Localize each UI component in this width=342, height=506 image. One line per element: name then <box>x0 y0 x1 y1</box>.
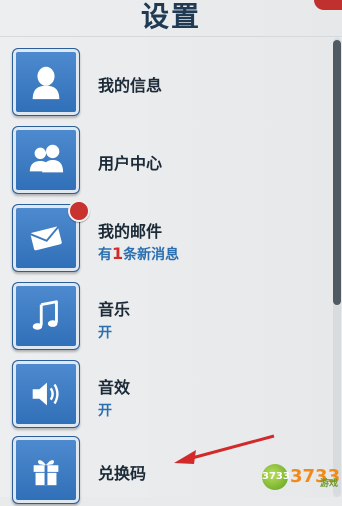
scrollbar-thumb[interactable] <box>333 40 341 305</box>
sound-effects-tile[interactable] <box>12 360 80 428</box>
mail-count: 1 <box>112 244 124 263</box>
menu-item-label: 兑换码 <box>98 464 147 483</box>
music-toggle-status[interactable]: 开 <box>98 322 112 342</box>
mail-status-text: 有1条新消息 <box>98 244 179 264</box>
settings-panel: 设置 我的信息 用户中心 我的邮件 有1条新消息 音乐 开 音效 开 兑换码 3… <box>0 0 342 504</box>
user-center-tile[interactable] <box>12 126 80 194</box>
menu-item-my-info[interactable]: 我的信息 <box>12 48 312 118</box>
unread-badge <box>68 200 90 222</box>
music-tile[interactable] <box>12 282 80 350</box>
watermark-subtext: 游戏 <box>320 479 339 489</box>
my-info-tile[interactable] <box>12 48 80 116</box>
menu-item-sound-effects[interactable]: 音效 开 <box>12 360 312 430</box>
sound-toggle-status[interactable]: 开 <box>98 400 112 420</box>
site-watermark: 3733 3733 游戏 <box>262 460 340 494</box>
music-note-icon <box>32 300 58 330</box>
gift-box-icon <box>33 460 59 486</box>
menu-item-label: 我的邮件 <box>98 222 163 241</box>
menu-item-label: 用户中心 <box>98 154 163 173</box>
menu-item-music[interactable]: 音乐 开 <box>12 282 312 352</box>
page-title: 设置 <box>140 0 201 33</box>
menu-item-user-center[interactable]: 用户中心 <box>12 126 312 196</box>
speaker-icon <box>32 382 59 406</box>
mail-envelope-icon <box>29 226 62 251</box>
title-divider <box>0 36 342 37</box>
menu-item-label: 音效 <box>98 378 131 397</box>
user-silhouette-icon <box>32 66 60 100</box>
watermark-logo-icon: 3733 <box>262 464 290 490</box>
close-button[interactable] <box>314 0 342 10</box>
redeem-code-tile[interactable] <box>12 436 80 504</box>
users-group-icon <box>29 144 64 173</box>
menu-item-my-mail[interactable]: 我的邮件 有1条新消息 <box>12 200 312 274</box>
mail-status-suffix: 条新消息 <box>123 247 180 263</box>
menu-item-label: 我的信息 <box>98 76 163 95</box>
menu-item-label: 音乐 <box>98 300 131 319</box>
mail-status-prefix: 有 <box>98 247 112 263</box>
